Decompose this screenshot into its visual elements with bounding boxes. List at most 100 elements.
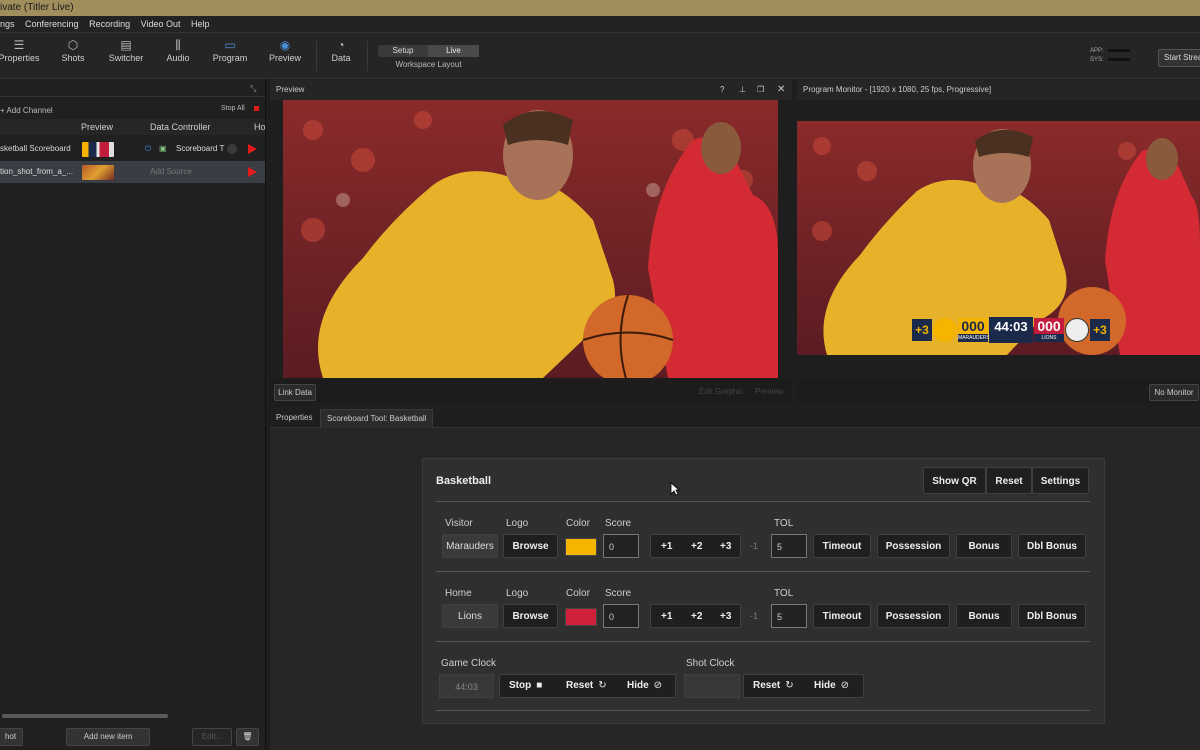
workspace-toggle: Setup Live bbox=[378, 45, 479, 57]
channel-column-headers: Preview Data Controller Ho bbox=[0, 119, 266, 135]
visitor-tol-input[interactable]: 5 bbox=[771, 534, 807, 558]
home-color-label: Color bbox=[566, 588, 590, 599]
home-bonus-button[interactable]: Bonus bbox=[956, 604, 1012, 628]
float-window-icon[interactable]: ❐ bbox=[757, 80, 764, 100]
visitor-name-field[interactable]: Marauders bbox=[442, 534, 498, 558]
eye-off-icon: ⊘ bbox=[653, 680, 663, 691]
game-clock-stop-button[interactable]: Stop ■ bbox=[509, 675, 542, 697]
stop-all-button[interactable]: Stop All bbox=[221, 105, 245, 112]
visitor-minus1-button[interactable]: -1 bbox=[750, 541, 758, 551]
scoreboard-title: Basketball bbox=[436, 475, 492, 487]
preview-button[interactable]: Preview bbox=[755, 387, 783, 396]
menu-recording[interactable]: Recording bbox=[89, 19, 130, 29]
tab-properties[interactable]: Properties bbox=[270, 409, 318, 427]
bottom-tabs: Properties Scoreboard Tool: Basketball bbox=[270, 409, 1200, 428]
add-new-item-button[interactable]: Add new item bbox=[66, 728, 150, 746]
play-icon[interactable] bbox=[248, 144, 257, 154]
close-icon[interactable]: ✕ bbox=[777, 80, 785, 100]
eye-icon: ◉ bbox=[279, 38, 291, 52]
play-icon[interactable] bbox=[248, 167, 257, 177]
home-tol-input[interactable]: 5 bbox=[771, 604, 807, 628]
shot-clock-display[interactable] bbox=[684, 674, 740, 698]
game-clock-label: Game Clock bbox=[441, 658, 497, 669]
monitor-icon: ▭ bbox=[224, 38, 236, 52]
shot-clock-hide-button[interactable]: Hide ⊘ bbox=[814, 675, 849, 697]
visitor-bonus-button[interactable]: Bonus bbox=[956, 534, 1012, 558]
visitor-dbl-bonus-button[interactable]: Dbl Bonus bbox=[1018, 534, 1086, 558]
settings-button[interactable]: Settings bbox=[1032, 467, 1089, 494]
shot-button[interactable]: hot bbox=[0, 728, 23, 746]
visitor-plus2-button[interactable]: +2 bbox=[691, 535, 702, 559]
visitor-label: Visitor bbox=[445, 518, 473, 529]
show-qr-button[interactable]: Show QR bbox=[923, 467, 986, 494]
home-plus2-button[interactable]: +2 bbox=[691, 605, 702, 629]
toolbar-program[interactable]: ▭ Program bbox=[205, 37, 255, 63]
toolbar-switcher[interactable]: ▤ Switcher bbox=[101, 37, 151, 63]
visitor-score-label: Score bbox=[605, 518, 632, 529]
pin-icon[interactable]: ⊥ bbox=[739, 80, 746, 100]
menu-settings[interactable]: ngs bbox=[0, 19, 15, 29]
home-timeout-button[interactable]: Timeout bbox=[813, 604, 871, 628]
sliders-icon: ⫼ bbox=[175, 38, 181, 52]
help-icon[interactable]: ? bbox=[720, 80, 724, 100]
menu-bar: ngs Conferencing Recording Video Out Hel… bbox=[0, 16, 1200, 33]
workspace-live[interactable]: Live bbox=[428, 45, 479, 57]
home-color-swatch[interactable] bbox=[565, 608, 597, 626]
home-plus1-button[interactable]: +1 bbox=[661, 605, 672, 629]
horizontal-scrollbar[interactable] bbox=[2, 714, 168, 718]
reset-icon: ↻ bbox=[785, 680, 794, 691]
home-minus1-button[interactable]: -1 bbox=[750, 611, 758, 621]
visitor-color-swatch[interactable] bbox=[565, 538, 597, 556]
toolbar-shots[interactable]: ⬡ Shots bbox=[48, 37, 98, 63]
power-icon[interactable]: ⏻ bbox=[145, 138, 151, 160]
no-monitor-button[interactable]: No Monitor bbox=[1149, 384, 1199, 401]
home-plus3-button[interactable]: +3 bbox=[720, 605, 731, 629]
game-clock-reset-button[interactable]: Reset ↻ bbox=[566, 675, 607, 697]
shot-clock-controls: Reset ↻ Hide ⊘ bbox=[743, 674, 864, 698]
home-label: Home bbox=[445, 588, 472, 599]
visitor-browse-button[interactable]: Browse bbox=[503, 534, 558, 558]
add-channel-button[interactable]: + Add Channel bbox=[0, 106, 53, 115]
switcher-icon: ▤ bbox=[120, 38, 132, 52]
link-data-button[interactable]: Link Data bbox=[274, 384, 316, 401]
divider bbox=[436, 501, 1090, 502]
visitor-plus3-button[interactable]: +3 bbox=[720, 535, 731, 559]
game-clock-hide-button[interactable]: Hide ⊘ bbox=[627, 675, 662, 697]
toolbar-preview[interactable]: ◉ Preview bbox=[260, 37, 310, 63]
visitor-score-input[interactable]: 0 bbox=[603, 534, 639, 558]
divider bbox=[436, 571, 1090, 572]
visitor-plus1-button[interactable]: +1 bbox=[661, 535, 672, 559]
home-score-input[interactable]: 0 bbox=[603, 604, 639, 628]
menu-help[interactable]: Help bbox=[191, 19, 210, 29]
channel-row[interactable]: sketball Scoreboard ⏻ ▣ Scoreboard T bbox=[0, 138, 265, 160]
channel-row[interactable]: tion_shot_from_a_... Add Source bbox=[0, 161, 265, 183]
start-stream-button[interactable]: Start Stream bbox=[1158, 49, 1200, 67]
home-dbl-bonus-button[interactable]: Dbl Bonus bbox=[1018, 604, 1086, 628]
edit-graphic-button[interactable]: Edit Graphic bbox=[699, 387, 743, 396]
sys-meter bbox=[1107, 57, 1130, 61]
sys-meter-label: SYS: bbox=[1090, 57, 1104, 63]
home-browse-button[interactable]: Browse bbox=[503, 604, 558, 628]
shot-clock-reset-button[interactable]: Reset ↻ bbox=[753, 675, 794, 697]
menu-conferencing[interactable]: Conferencing bbox=[25, 19, 79, 29]
add-source-link[interactable]: Add Source bbox=[150, 161, 192, 183]
edit-button[interactable]: Edit... bbox=[192, 728, 232, 746]
channel-name: tion_shot_from_a_... bbox=[0, 167, 73, 176]
reset-button[interactable]: Reset bbox=[986, 467, 1032, 494]
collapse-icon[interactable]: ⤡ bbox=[250, 84, 256, 94]
home-possession-button[interactable]: Possession bbox=[877, 604, 950, 628]
workspace-setup[interactable]: Setup bbox=[378, 45, 428, 57]
toolbar-properties[interactable]: ☰ Properties bbox=[0, 37, 44, 63]
toolbar-audio[interactable]: ⫼ Audio bbox=[153, 37, 203, 63]
visitor-timeout-button[interactable]: Timeout bbox=[813, 534, 871, 558]
game-clock-display[interactable]: 44:03 bbox=[439, 674, 494, 698]
tab-scoreboard-tool[interactable]: Scoreboard Tool: Basketball bbox=[320, 409, 434, 428]
stop-all-icon[interactable] bbox=[254, 106, 259, 111]
menu-video-out[interactable]: Video Out bbox=[141, 19, 181, 29]
data-controller-name[interactable]: Scoreboard T bbox=[176, 138, 224, 160]
home-name-field[interactable]: Lions bbox=[442, 604, 498, 628]
trash-icon[interactable]: 🗑 bbox=[236, 728, 259, 746]
visitor-possession-button[interactable]: Possession bbox=[877, 534, 950, 558]
divider bbox=[436, 641, 1090, 642]
toolbar-data[interactable]: ◔ Data bbox=[316, 37, 366, 63]
